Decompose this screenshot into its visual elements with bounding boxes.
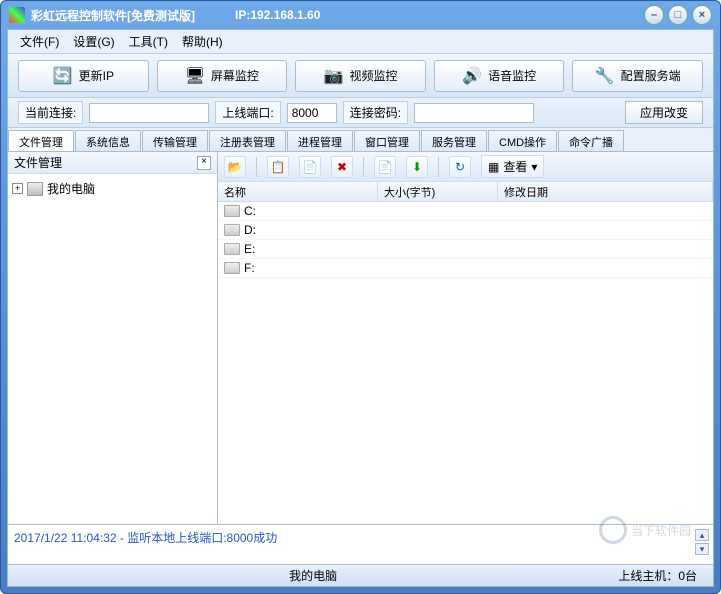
tab-cmd[interactable]: CMD操作 (488, 130, 557, 151)
password-input[interactable] (414, 103, 534, 123)
sidebar: 文件管理 × + 我的电脑 (8, 152, 218, 524)
file-toolbar: 📂 📋 📄 ✖ 📄 ⬇ ↻ ▦ 查看 ▾ (218, 152, 713, 182)
drive-label: C: (244, 204, 256, 218)
menu-tools[interactable]: 工具(T) (123, 31, 174, 52)
copy-button[interactable]: 📋 (267, 156, 289, 178)
view-label: 查看 (503, 158, 527, 175)
column-date[interactable]: 修改日期 (498, 182, 713, 201)
status-path: 我的电脑 (281, 567, 345, 584)
current-connection-label: 当前连接: (18, 101, 83, 124)
status-hosts: 上线主机：0台 (610, 567, 705, 584)
audio-monitor-label: 语音监控 (488, 67, 536, 84)
paste-button[interactable]: 📄 (299, 156, 321, 178)
menu-settings[interactable]: 设置(G) (67, 31, 120, 52)
drive-label: E: (244, 242, 255, 256)
separator (438, 157, 439, 177)
drive-label: F: (244, 261, 255, 275)
content-area: 文件管理 × + 我的电脑 📂 📋 📄 ✖ (8, 152, 713, 524)
app-window: 彩虹远程控制软件[免费测试版] IP:192.168.1.60 – □ × 文件… (0, 0, 721, 594)
drive-label: D: (244, 223, 256, 237)
file-list[interactable]: C: D: E: F: (218, 202, 713, 524)
screen-monitor-label: 屏幕监控 (211, 67, 259, 84)
video-monitor-label: 视频监控 (349, 67, 397, 84)
config-server-button[interactable]: 🔧 配置服务端 (572, 60, 703, 92)
tree-root-node[interactable]: + 我的电脑 (12, 178, 213, 199)
window-title: 彩虹远程控制软件[免费测试版] (31, 7, 195, 24)
password-label: 连接密码: (343, 101, 408, 124)
drive-row[interactable]: F: (218, 259, 713, 278)
ip-display: IP:192.168.1.60 (235, 8, 644, 22)
drive-row[interactable]: D: (218, 221, 713, 240)
log-scroll-up[interactable]: ▴ (695, 529, 709, 541)
drive-icon (224, 224, 240, 236)
minimize-button[interactable]: – (644, 5, 664, 25)
download-button[interactable]: ⬇ (406, 156, 428, 178)
port-label: 上线端口: (215, 101, 280, 124)
tab-service[interactable]: 服务管理 (421, 130, 487, 151)
folder-up-button[interactable]: 📂 (224, 156, 246, 178)
apply-button[interactable]: 应用改变 (625, 101, 703, 124)
refresh-ip-label: 更新IP (79, 67, 114, 84)
tab-broadcast[interactable]: 命令广播 (558, 130, 624, 151)
titlebar[interactable]: 彩虹远程控制软件[免费测试版] IP:192.168.1.60 – □ × (1, 1, 720, 29)
gear-icon: 🔧 (595, 66, 615, 86)
chevron-down-icon: ▾ (531, 160, 537, 174)
config-server-label: 配置服务端 (621, 67, 681, 84)
tree-view[interactable]: + 我的电脑 (8, 174, 217, 524)
grid-icon: ▦ (488, 160, 499, 174)
drive-row[interactable]: C: (218, 202, 713, 221)
drive-row[interactable]: E: (218, 240, 713, 259)
app-icon (9, 7, 25, 23)
refresh-icon: 🔄 (53, 66, 73, 86)
screen-monitor-button[interactable]: 🖥 屏幕监控 (157, 60, 288, 92)
connection-bar: 当前连接: 上线端口: 连接密码: 应用改变 (8, 98, 713, 128)
monitor-icon: 🖥 (185, 66, 205, 86)
menu-file[interactable]: 文件(F) (14, 31, 65, 52)
tab-process[interactable]: 进程管理 (287, 130, 353, 151)
maximize-button[interactable]: □ (668, 5, 688, 25)
tab-transfer[interactable]: 传输管理 (142, 130, 208, 151)
video-monitor-button[interactable]: 📷 视频监控 (295, 60, 426, 92)
new-button[interactable]: 📄 (374, 156, 396, 178)
tab-window[interactable]: 窗口管理 (354, 130, 420, 151)
menubar: 文件(F) 设置(G) 工具(T) 帮助(H) (8, 30, 713, 54)
log-entry: 2017/1/22 11:04:32 - 监听本地上线端口:8000成功 (14, 531, 277, 545)
column-size[interactable]: 大小(字节) (378, 182, 498, 201)
drive-icon (224, 205, 240, 217)
column-headers: 名称 大小(字节) 修改日期 (218, 182, 713, 202)
tab-registry[interactable]: 注册表管理 (209, 130, 286, 151)
refresh-ip-button[interactable]: 🔄 更新IP (18, 60, 149, 92)
tree-root-label: 我的电脑 (47, 180, 95, 197)
close-button[interactable]: × (692, 5, 712, 25)
tab-system-info[interactable]: 系统信息 (75, 130, 141, 151)
column-name[interactable]: 名称 (218, 182, 378, 201)
refresh-button[interactable]: ↻ (449, 156, 471, 178)
tab-file-manage[interactable]: 文件管理 (8, 130, 74, 151)
separator (363, 157, 364, 177)
statusbar: 我的电脑 上线主机：0台 (8, 564, 713, 586)
sidebar-title: 文件管理 (14, 154, 62, 171)
view-mode-button[interactable]: ▦ 查看 ▾ (481, 155, 544, 178)
camera-icon: 📷 (323, 66, 343, 86)
current-connection-input[interactable] (89, 103, 209, 123)
log-panel: 2017/1/22 11:04:32 - 监听本地上线端口:8000成功 ▴ ▾ (8, 524, 713, 564)
computer-icon (27, 182, 43, 196)
drive-icon (224, 243, 240, 255)
log-scroll-down[interactable]: ▾ (695, 543, 709, 555)
tree-expand-icon[interactable]: + (12, 183, 23, 194)
window-content: 文件(F) 设置(G) 工具(T) 帮助(H) 🔄 更新IP 🖥 屏幕监控 📷 … (7, 29, 714, 587)
sidebar-close-button[interactable]: × (197, 156, 211, 170)
speaker-icon: 🔊 (462, 66, 482, 86)
audio-monitor-button[interactable]: 🔊 语音监控 (434, 60, 565, 92)
file-panel: 📂 📋 📄 ✖ 📄 ⬇ ↻ ▦ 查看 ▾ (218, 152, 713, 524)
delete-button[interactable]: ✖ (331, 156, 353, 178)
main-toolbar: 🔄 更新IP 🖥 屏幕监控 📷 视频监控 🔊 语音监控 🔧 配置服务端 (8, 54, 713, 98)
sidebar-header: 文件管理 × (8, 152, 217, 174)
menu-help[interactable]: 帮助(H) (176, 31, 229, 52)
separator (256, 157, 257, 177)
tab-strip: 文件管理 系统信息 传输管理 注册表管理 进程管理 窗口管理 服务管理 CMD操… (8, 128, 713, 152)
drive-icon (224, 262, 240, 274)
port-input[interactable] (287, 103, 337, 123)
